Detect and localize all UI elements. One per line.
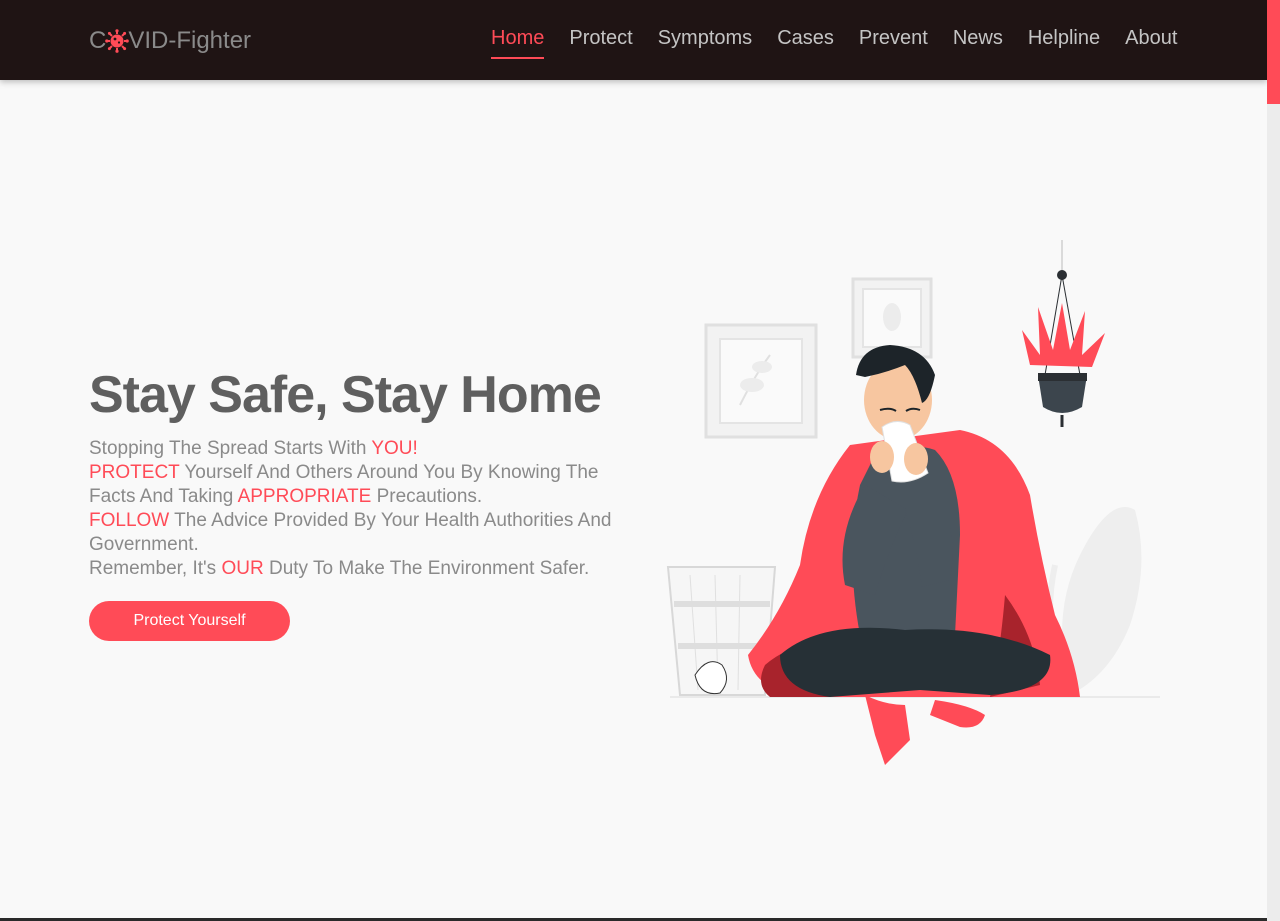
hanging-plant — [1022, 240, 1105, 427]
hero-line-2: PROTECT Yourself And Others Around You B… — [89, 461, 649, 509]
nav-news[interactable]: News — [953, 26, 1003, 54]
brand-suffix: VID-Fighter — [128, 27, 252, 54]
hero-description: Stopping The Spread Starts With YOU! PRO… — [89, 437, 649, 581]
hero-line-4-highlight: OUR — [221, 558, 264, 579]
scrollbar[interactable] — [1267, 0, 1280, 921]
hero-line-4-text: Remember, It's — [89, 558, 222, 579]
hero-line-1-text: Stopping The Spread Starts With — [89, 438, 372, 459]
nav-symptoms[interactable]: Symptoms — [658, 26, 752, 54]
hero-line-3-highlight: FOLLOW — [89, 510, 170, 531]
nav-helpline[interactable]: Helpline — [1028, 26, 1100, 54]
navbar: C VID-Fighter Home Protect Symptoms Case… — [0, 0, 1267, 80]
nav-protect[interactable]: Protect — [569, 26, 632, 54]
hero-title: Stay Safe, Stay Home — [89, 366, 602, 424]
nav-home[interactable]: Home — [491, 26, 545, 59]
hero-line-4: Remember, It's OUR Duty To Make The Envi… — [89, 557, 649, 581]
nav-cases[interactable]: Cases — [777, 26, 834, 54]
nav-prevent[interactable]: Prevent — [859, 26, 928, 54]
hero-line-3: FOLLOW The Advice Provided By Your Healt… — [89, 509, 649, 557]
hero-line-2-text-2: Precautions. — [371, 486, 483, 507]
hero-line-1-highlight: YOU! — [371, 438, 418, 459]
brand-logo[interactable]: C VID-Fighter — [89, 26, 251, 56]
virus-icon — [105, 29, 130, 53]
hero-line-1: Stopping The Spread Starts With YOU! — [89, 437, 649, 461]
hero-line-4-text-2: Duty To Make The Environment Safer. — [263, 558, 590, 579]
hero-line-2-highlight-2: APPROPRIATE — [237, 486, 372, 507]
picture-frame-large — [704, 323, 818, 439]
main-nav: Home Protect Symptoms Cases Prevent News… — [491, 0, 1177, 80]
nav-about[interactable]: About — [1125, 26, 1177, 54]
sick-person-illustration — [666, 240, 1160, 765]
scrollbar-thumb[interactable] — [1267, 0, 1280, 104]
brand-prefix: C — [89, 27, 107, 54]
hero-line-2-highlight: PROTECT — [89, 462, 180, 483]
protect-yourself-button[interactable]: Protect Yourself — [89, 601, 290, 641]
